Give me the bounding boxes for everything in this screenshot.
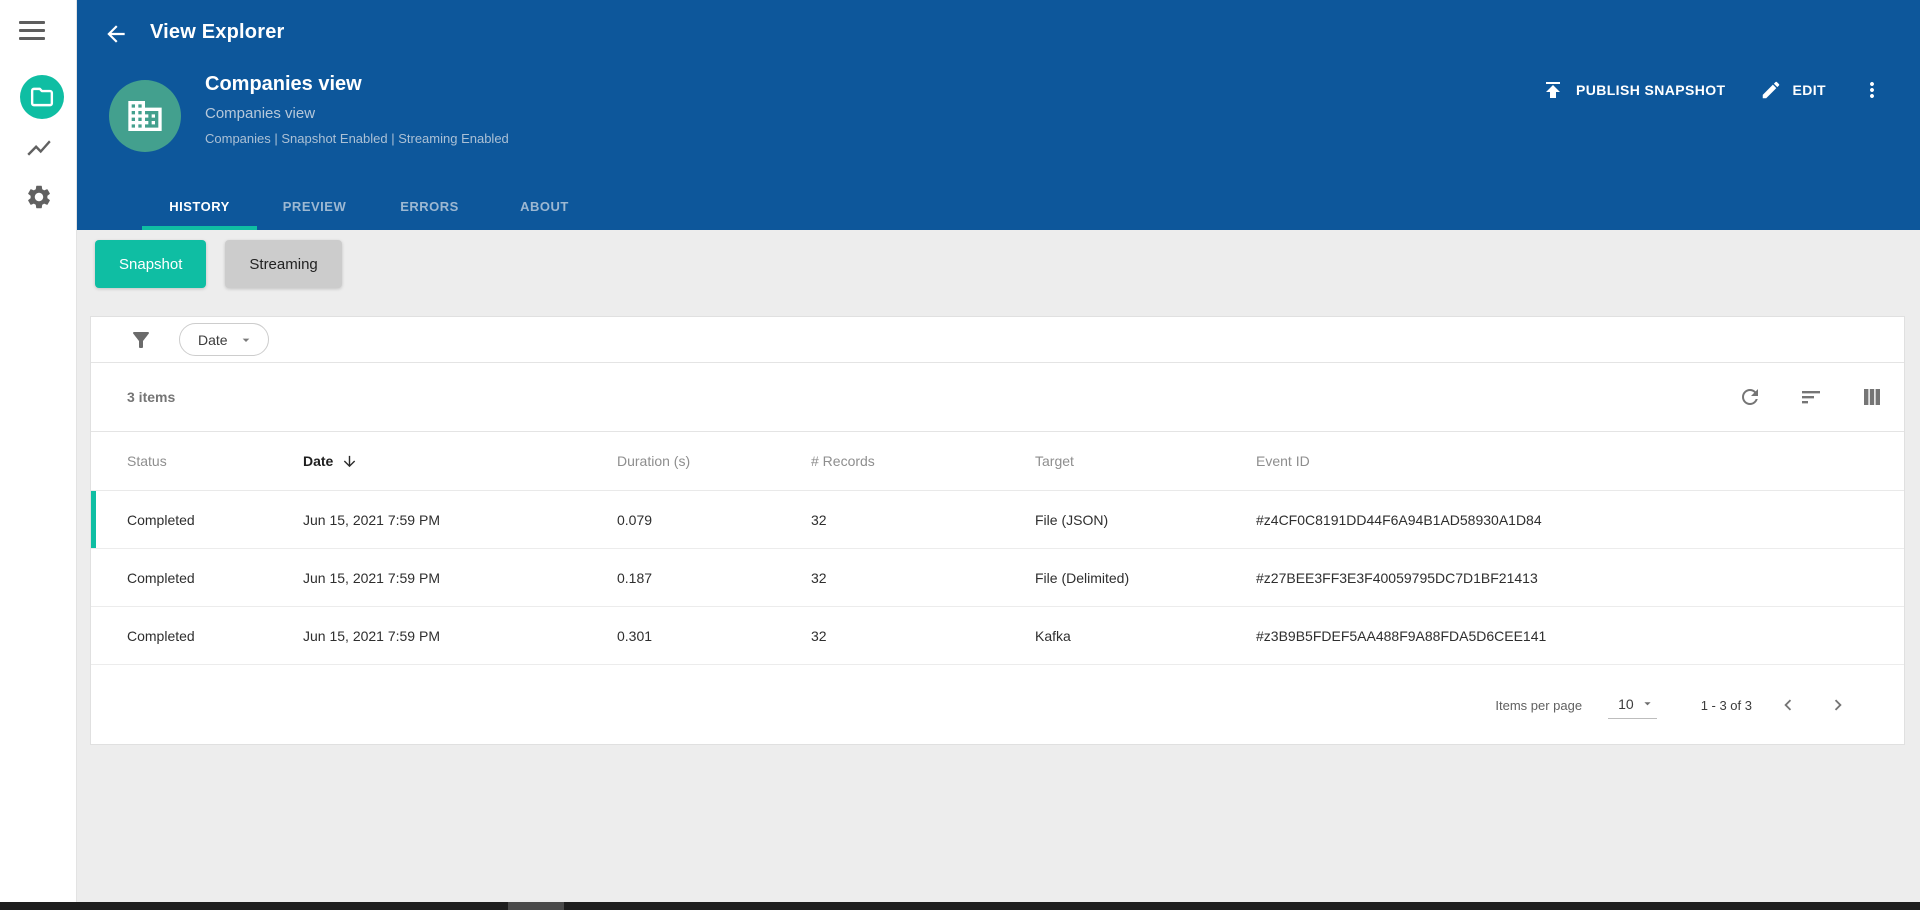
scrollbar-thumb[interactable]: [508, 902, 564, 910]
cell-status: Completed: [127, 569, 195, 586]
chevron-down-icon: [238, 332, 254, 348]
publish-snapshot-button[interactable]: PUBLISH SNAPSHOT: [1541, 78, 1726, 102]
back-button[interactable]: [99, 17, 133, 51]
cell-target: File (Delimited): [1035, 569, 1130, 586]
pencil-icon: [1760, 79, 1793, 101]
column-header-status[interactable]: Status: [127, 453, 303, 469]
column-header-records[interactable]: # Records: [811, 453, 1035, 469]
gear-icon: [25, 183, 53, 211]
mode-toggle-group: Snapshot Streaming: [95, 240, 342, 288]
line-chart-icon: [25, 134, 53, 162]
tab-bar: HISTORY PREVIEW ERRORS ABOUT: [142, 182, 602, 230]
filter-bar: Date: [91, 317, 1904, 363]
page-title: View Explorer: [150, 21, 285, 43]
view-title: Companies view: [205, 73, 362, 95]
tab-about[interactable]: ABOUT: [487, 182, 602, 230]
sidebar-item-settings[interactable]: [24, 182, 54, 212]
page-range: 1 - 3 of 3: [1700, 697, 1752, 713]
cell-event-id: #z4CF0C8191DD44F6A94B1AD58930A1D84: [1256, 511, 1542, 528]
table-row[interactable]: Completed Jun 15, 2021 7:59 PM 0.079 32 …: [91, 491, 1904, 549]
building-icon: [125, 96, 165, 136]
table-header: Status Date Duration (s) # Records Targe…: [91, 432, 1904, 491]
cell-target: File (JSON): [1035, 511, 1109, 528]
table-row[interactable]: Completed Jun 15, 2021 7:59 PM 0.301 32 …: [91, 607, 1904, 665]
cell-duration: 0.079: [617, 511, 653, 528]
list-toolbar: 3 items: [91, 363, 1904, 432]
snapshot-toggle-button[interactable]: Snapshot: [95, 240, 207, 288]
view-avatar: [109, 80, 181, 152]
sort-desc-arrow-icon: [341, 453, 358, 470]
left-rail: [0, 0, 77, 902]
column-header-date[interactable]: Date: [303, 453, 617, 470]
cell-target: Kafka: [1035, 627, 1071, 644]
more-options-button[interactable]: [1860, 76, 1884, 104]
cell-status: Completed: [127, 511, 195, 528]
horizontal-scrollbar[interactable]: [0, 902, 1920, 910]
items-count: 3 items: [127, 389, 176, 405]
sidebar-item-metrics[interactable]: [24, 133, 54, 163]
streaming-toggle-button[interactable]: Streaming: [225, 240, 342, 288]
column-header-target[interactable]: Target: [1035, 453, 1256, 469]
upload-icon: [1541, 78, 1576, 102]
tab-errors[interactable]: ERRORS: [372, 182, 487, 230]
tab-preview[interactable]: PREVIEW: [257, 182, 372, 230]
tab-history[interactable]: HISTORY: [142, 182, 257, 230]
arrow-left-icon: [103, 21, 129, 47]
date-filter-chip[interactable]: Date: [179, 323, 269, 356]
table-row[interactable]: Completed Jun 15, 2021 7:59 PM 0.187 32 …: [91, 549, 1904, 607]
page-size-select[interactable]: 10: [1608, 692, 1657, 719]
refresh-icon[interactable]: [1738, 385, 1762, 409]
cell-status: Completed: [127, 627, 195, 644]
folder-icon: [29, 84, 55, 110]
kebab-icon: [1860, 78, 1884, 102]
column-header-duration[interactable]: Duration (s): [617, 453, 811, 469]
filter-funnel-icon[interactable]: [129, 328, 153, 352]
cell-date: Jun 15, 2021 7:59 PM: [303, 627, 440, 644]
sort-icon[interactable]: [1799, 385, 1823, 409]
menu-icon[interactable]: [19, 21, 57, 47]
previous-page-button[interactable]: [1774, 691, 1802, 719]
columns-icon[interactable]: [1860, 385, 1884, 409]
sidebar-item-views[interactable]: [20, 75, 64, 119]
history-table-card: Date 3 items Status Date Duration (s) # …: [90, 316, 1905, 745]
items-per-page-label: Items per page: [1495, 697, 1583, 713]
cell-date: Jun 15, 2021 7:59 PM: [303, 569, 440, 586]
cell-records: 32: [811, 511, 827, 528]
pagination-bar: Items per page 10 1 - 3 of 3: [91, 665, 1904, 745]
cell-event-id: #z27BEE3FF3E3F40059795DC7D1BF21413: [1256, 569, 1538, 586]
cell-records: 32: [811, 569, 827, 586]
selected-row-indicator: [91, 491, 96, 548]
edit-button[interactable]: EDIT: [1760, 79, 1827, 101]
next-page-button[interactable]: [1824, 691, 1852, 719]
cell-event-id: #z3B9B5FDEF5AA488F9A88FDA5D6CEE141: [1256, 627, 1547, 644]
chevron-down-icon: [1640, 696, 1655, 711]
view-subtitle: Companies view: [205, 105, 316, 122]
history-panel: Snapshot Streaming Date 3 items Status D…: [77, 230, 1920, 902]
cell-duration: 0.187: [617, 569, 653, 586]
column-header-event-id[interactable]: Event ID: [1256, 453, 1904, 469]
cell-duration: 0.301: [617, 627, 653, 644]
view-meta: Companies | Snapshot Enabled | Streaming…: [205, 131, 509, 146]
page-header: View Explorer Companies view Companies v…: [77, 0, 1920, 230]
cell-date: Jun 15, 2021 7:59 PM: [303, 511, 440, 528]
cell-records: 32: [811, 627, 827, 644]
